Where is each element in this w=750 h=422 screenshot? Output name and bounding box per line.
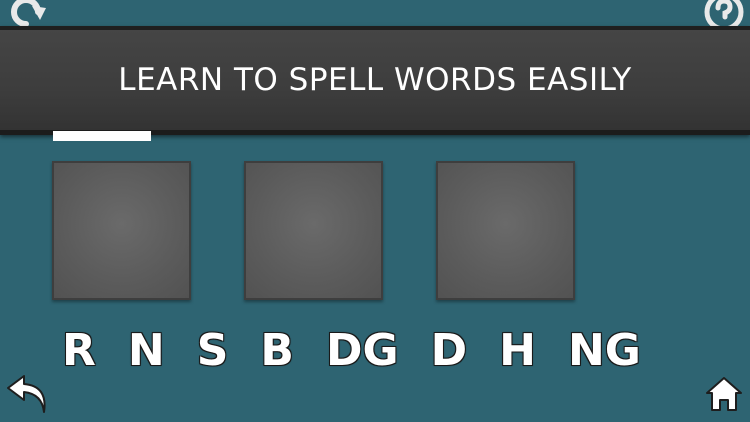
home-icon[interactable] [704,374,744,414]
letter-choice-d[interactable]: D [431,325,468,376]
page-title: LEARN TO SPELL WORDS EASILY [118,62,632,98]
letter-choice-b[interactable]: B [260,325,294,376]
answer-slot-1[interactable] [52,161,191,300]
title-banner: LEARN TO SPELL WORDS EASILY [0,26,750,135]
letter-choice-r[interactable]: R [62,325,96,376]
answer-slot-3[interactable] [436,161,575,300]
progress-bar [53,131,151,141]
letter-choices: R N S B DG D H NG [62,318,641,382]
answer-slots [52,161,575,300]
letter-choice-h[interactable]: H [499,325,536,376]
back-arrow-icon[interactable] [4,374,52,416]
answer-slot-2[interactable] [244,161,383,300]
letter-choice-s[interactable]: S [197,325,229,376]
letter-choice-dg[interactable]: DG [326,325,399,376]
letter-choice-ng[interactable]: NG [568,325,641,376]
letter-choice-n[interactable]: N [128,325,165,376]
